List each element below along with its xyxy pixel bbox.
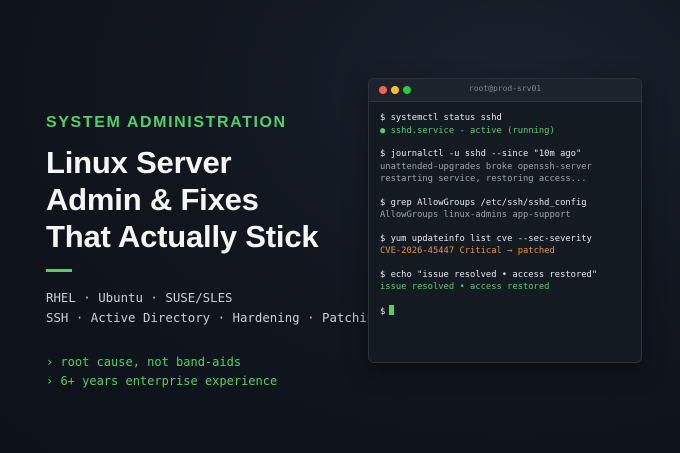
cursor-icon [389, 304, 395, 315]
terminal-output-line: unattended-upgrades broke openssh-server [380, 161, 592, 172]
terminal-window: root@prod-srv01 $ systemctl status sshd ●… [368, 78, 642, 363]
terminal-command: $ systemctl status sshd [380, 113, 502, 123]
terminal-block: $ journalctl -u sshd --since "10m ago" un… [380, 148, 631, 186]
tags-line: SSH · Active Directory · Hardening · Pat… [46, 310, 370, 325]
title-line: Admin & Fixes [46, 182, 259, 217]
terminal-command: $ journalctl -u sshd --since "10m ago" [380, 149, 582, 159]
prompt-symbol: $ [380, 306, 386, 317]
terminal-command: $ echo "issue resolved • access restored… [380, 269, 598, 280]
hero-section: SYSTEM ADMINISTRATION Linux Server Admin… [46, 114, 376, 390]
terminal-output-line: CVE-2026-45447 Critical → patched [380, 246, 555, 256]
terminal-output: $ systemctl status sshd ● sshd.service - … [369, 102, 641, 318]
bullet-item: › root cause, not band-aids [46, 355, 242, 369]
feature-bullets: › root cause, not band-aids › 6+ years e… [46, 353, 376, 390]
terminal-command: $ grep AllowGroups /etc/ssh/sshd_config [380, 197, 587, 208]
terminal-block: $ grep AllowGroups /etc/ssh/sshd_config A… [380, 197, 631, 222]
terminal-block: $ systemctl status sshd ● sshd.service - … [380, 112, 631, 137]
terminal-command: $ yum updateinfo list cve --sec-severity [380, 233, 592, 244]
terminal-output-line: ● sshd.service - active (running) [380, 125, 555, 136]
accent-divider [46, 269, 72, 272]
terminal-block: $ echo "issue resolved • access restored… [380, 269, 631, 294]
kicker-label: SYSTEM ADMINISTRATION [46, 114, 287, 131]
title-line: Linux Server [46, 145, 232, 180]
terminal-output-line: restarting service, restoring access... [380, 174, 587, 184]
terminal-block: $ yum updateinfo list cve --sec-severity… [380, 233, 631, 258]
bullet-item: › 6+ years enterprise experience [46, 373, 278, 388]
terminal-output-line: AllowGroups linux-admins app-support [380, 210, 571, 220]
tags-line: RHEL · Ubuntu · SUSE/SLES [46, 290, 233, 305]
terminal-titlebar: root@prod-srv01 [369, 79, 641, 102]
tech-tags: RHEL · Ubuntu · SUSE/SLES SSH · Active D… [46, 288, 376, 328]
terminal-output-line: issue resolved • access restored [380, 282, 550, 292]
page-title: Linux Server Admin & Fixes That Actually… [46, 144, 376, 255]
title-line: That Actually Stick [46, 219, 319, 254]
terminal-prompt[interactable]: $ [380, 304, 631, 319]
terminal-title: root@prod-srv01 [468, 84, 542, 93]
